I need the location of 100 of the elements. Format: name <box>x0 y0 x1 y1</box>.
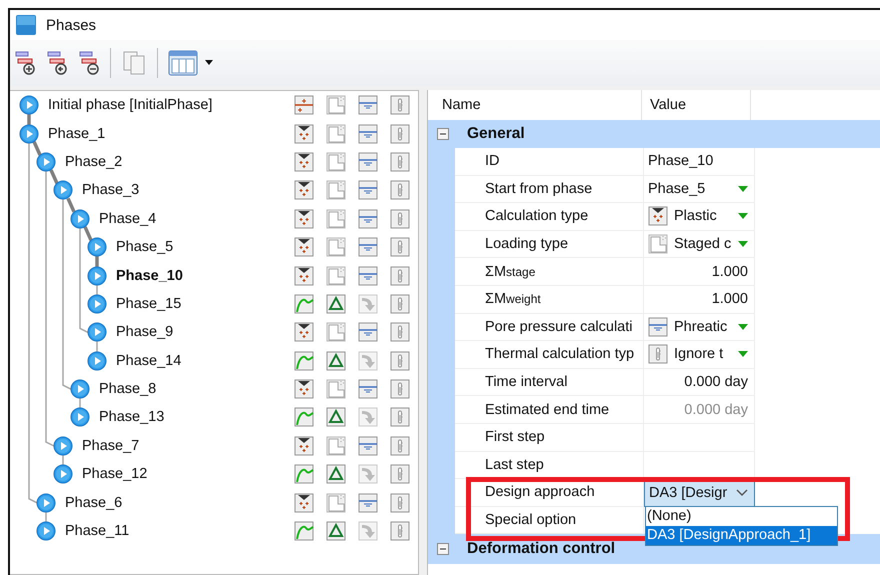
phase-name[interactable]: Phase_5 <box>116 239 174 256</box>
plastic-calculation-icon[interactable] <box>294 322 314 342</box>
thermometer-icon[interactable] <box>390 322 410 342</box>
value-dropdown[interactable]: Phase_5 <box>644 176 755 204</box>
phreatic-level-icon[interactable] <box>358 237 378 258</box>
delta-icon[interactable] <box>326 464 346 484</box>
phreatic-level-icon[interactable] <box>358 208 378 229</box>
k0-procedure-icon[interactable] <box>294 95 314 116</box>
thermometer-icon[interactable] <box>390 294 410 314</box>
phase-node-icon[interactable] <box>87 322 107 342</box>
phreatic-level-icon[interactable] <box>358 152 378 172</box>
phase-node-icon[interactable] <box>36 521 56 542</box>
plastic-calculation-icon[interactable] <box>294 124 314 144</box>
dropdown-arrow-icon[interactable] <box>738 213 748 220</box>
curve-icon[interactable] <box>294 407 314 428</box>
staged-construction-icon[interactable] <box>326 95 346 116</box>
phreatic-level-icon[interactable] <box>358 95 378 116</box>
collapse-icon[interactable] <box>437 128 449 140</box>
phase-name[interactable]: Phase_1 <box>48 126 106 142</box>
phreatic-level-icon[interactable] <box>358 124 378 144</box>
phreatic-level-icon[interactable] <box>358 436 378 456</box>
delta-icon[interactable] <box>326 407 346 428</box>
collapse-icon[interactable] <box>437 543 449 556</box>
phase-node-icon[interactable] <box>70 407 90 428</box>
thermometer-icon[interactable] <box>390 208 410 229</box>
value-dropdown[interactable]: Ignore t <box>644 341 755 369</box>
staged-construction-icon[interactable] <box>326 322 346 342</box>
phase-node-icon[interactable] <box>19 95 39 116</box>
staged-construction-icon[interactable] <box>326 436 346 456</box>
property-value[interactable]: 0.000 day <box>684 374 748 390</box>
phase-name[interactable]: Phase_7 <box>82 438 140 454</box>
phase-node-icon[interactable] <box>53 180 73 200</box>
dropdown-arrow-icon[interactable] <box>738 241 748 248</box>
thermometer-icon[interactable] <box>390 492 410 513</box>
staged-construction-icon[interactable] <box>326 124 346 144</box>
phase-node-icon[interactable] <box>36 152 56 172</box>
chevron-down-icon[interactable] <box>736 489 748 496</box>
phase-node-icon[interactable] <box>53 464 73 484</box>
phase-node-icon[interactable] <box>53 436 73 456</box>
value-dropdown[interactable]: Staged c <box>644 230 755 258</box>
plastic-calculation-icon[interactable] <box>294 180 314 200</box>
staged-construction-icon[interactable] <box>326 152 346 172</box>
thermometer-icon[interactable] <box>390 521 410 542</box>
phreatic-level-icon[interactable] <box>358 379 378 400</box>
phase-name[interactable]: Phase_15 <box>116 296 182 312</box>
staged-construction-icon[interactable] <box>326 208 346 229</box>
phase-name[interactable]: Phase_6 <box>65 494 122 511</box>
dropdown-option[interactable]: DA3 [DesignApproach_1] <box>646 526 837 546</box>
delta-icon[interactable] <box>326 521 346 542</box>
phreatic-level-icon[interactable] <box>358 322 378 342</box>
staged-construction-icon[interactable] <box>326 266 346 286</box>
curve-icon[interactable] <box>294 294 314 314</box>
curve-icon[interactable] <box>294 521 314 542</box>
thermometer-icon[interactable] <box>390 350 410 371</box>
phase-node-icon[interactable] <box>87 237 107 258</box>
phase-name[interactable]: Phase_9 <box>116 324 174 340</box>
dropdown-arrow-icon[interactable] <box>738 351 748 358</box>
phase-name[interactable]: Phase_2 <box>65 154 122 170</box>
phase-name[interactable]: Phase_3 <box>82 182 140 198</box>
phreatic-level-icon[interactable] <box>358 266 378 286</box>
phase-node-icon[interactable] <box>19 124 39 144</box>
plastic-calculation-icon[interactable] <box>294 436 314 456</box>
plastic-calculation-icon[interactable] <box>294 266 314 286</box>
dropdown-option[interactable]: (None) <box>646 507 837 526</box>
thermometer-icon[interactable] <box>390 436 410 456</box>
thermometer-icon[interactable] <box>390 464 410 484</box>
phreatic-level-icon[interactable] <box>358 180 378 200</box>
thermometer-icon[interactable] <box>390 407 410 428</box>
thermometer-icon[interactable] <box>390 237 410 258</box>
delta-icon[interactable] <box>326 350 346 371</box>
property-value[interactable]: Phase_10 <box>648 153 714 170</box>
staged-construction-icon[interactable] <box>326 180 346 200</box>
phase-node-icon[interactable] <box>87 294 107 314</box>
phase-name[interactable]: Phase_14 <box>116 352 182 369</box>
staged-construction-icon[interactable] <box>326 379 346 400</box>
phase-name[interactable]: Phase_10 <box>116 268 183 284</box>
phase-name[interactable]: Phase_11 <box>65 523 130 540</box>
plastic-calculation-icon[interactable] <box>294 492 314 513</box>
value-dropdown[interactable]: Plastic <box>644 203 755 231</box>
phase-node-icon[interactable] <box>70 379 90 400</box>
thermometer-icon[interactable] <box>390 379 410 400</box>
phase-name[interactable]: Phase_8 <box>99 381 156 398</box>
phase-node-icon[interactable] <box>36 492 56 513</box>
curve-icon[interactable] <box>294 464 314 484</box>
caret-icon[interactable] <box>204 59 214 67</box>
dropdown-arrow-icon[interactable] <box>738 324 748 330</box>
property-value[interactable]: 1.000 <box>712 291 748 308</box>
phase-name[interactable]: Phase_4 <box>99 210 156 227</box>
property-value[interactable]: 1.000 <box>712 264 748 280</box>
phase-name[interactable]: Phase_12 <box>82 466 148 482</box>
thermometer-icon[interactable] <box>390 124 410 144</box>
plastic-calculation-icon[interactable] <box>294 379 314 400</box>
phase-node-icon[interactable] <box>70 208 90 229</box>
thermometer-icon[interactable] <box>390 180 410 200</box>
plastic-calculation-icon[interactable] <box>294 237 314 258</box>
plastic-calculation-icon[interactable] <box>294 208 314 229</box>
thermometer-icon[interactable] <box>390 266 410 286</box>
plastic-calculation-icon[interactable] <box>294 152 314 172</box>
staged-construction-icon[interactable] <box>326 492 346 513</box>
staged-construction-icon[interactable] <box>326 237 346 258</box>
